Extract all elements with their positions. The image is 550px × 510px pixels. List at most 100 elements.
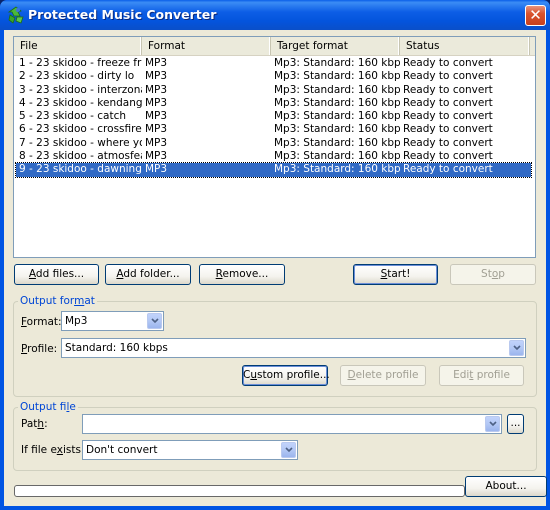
- format-cell: MP3: [145, 123, 168, 136]
- custom-profile-button[interactable]: Custom profile...: [242, 365, 330, 386]
- target-format-cell: Mp3: Standard: 160 kbps: [274, 163, 400, 176]
- edit-profile-button[interactable]: Edit profile: [439, 365, 524, 386]
- chevron-down-icon[interactable]: [509, 340, 524, 356]
- file-list-row[interactable]: 8 - 23 skidoo - atmosfear MP3 Mp3: Standar…: [16, 150, 531, 163]
- format-cell: MP3: [145, 150, 168, 163]
- status-cell: Ready to convert: [403, 123, 493, 136]
- file-cell: 7 - 23 skidoo - where yo…: [19, 136, 142, 149]
- format-select[interactable]: Mp3: [61, 311, 164, 331]
- file-list-body: 1 - 23 skidoo - freeze fr… MP3 Mp3: Standa…: [14, 57, 535, 178]
- file-list-row[interactable]: 5 - 23 skidoo - catch MP3 Mp3: Standard: 1…: [16, 110, 531, 123]
- file-cell: 6 - 23 skidoo - crossfire: [19, 123, 142, 136]
- status-cell: Ready to convert: [403, 96, 493, 109]
- if-file-exists-label: If file exists: [21, 444, 81, 456]
- app-recycle-music-icon: [7, 6, 25, 24]
- label-part: rofile:: [27, 343, 58, 355]
- status-cell: Ready to convert: [403, 57, 493, 69]
- label-part: profile: [473, 369, 510, 381]
- status-cell: Ready to convert: [403, 70, 493, 83]
- label-part: dd files...: [35, 268, 85, 280]
- chevron-down-icon[interactable]: [147, 313, 162, 329]
- app-window: Protected Music Converter ✕ File Format …: [0, 0, 550, 510]
- file-list-row[interactable]: 7 - 23 skidoo - where yo…MP3 Mp3: Standar…: [16, 137, 531, 150]
- label-part: dd folder...: [123, 268, 180, 280]
- start-button[interactable]: Start!: [353, 264, 438, 285]
- file-list-header: File Format Target format Status: [14, 37, 535, 56]
- column-header-file[interactable]: File: [14, 37, 142, 55]
- label-part: St: [481, 268, 492, 280]
- label-part: R: [215, 268, 223, 280]
- format-label: Format:: [21, 316, 62, 328]
- ellipsis-icon: ...: [510, 417, 521, 429]
- chevron-down-icon[interactable]: [281, 442, 296, 458]
- label-part: tart!: [387, 268, 411, 280]
- target-format-cell: Mp3: Standard: 160 kbps: [274, 57, 400, 69]
- status-cell: Ready to convert: [403, 150, 493, 163]
- file-list-row[interactable]: 9 - 23 skidoo - dawning MP3 Mp3: Standard:…: [15, 162, 532, 178]
- status-cell: Ready to convert: [403, 163, 493, 176]
- output-file-group-label: Output file: [18, 401, 78, 413]
- file-list-row[interactable]: 6 - 23 skidoo - crossfire MP3 Mp3: Standar…: [16, 123, 531, 136]
- output-format-group-label: Output format: [18, 295, 97, 307]
- file-list-row[interactable]: 2 - 23 skidoo - dirty lo MP3 Mp3: Standard…: [16, 70, 531, 83]
- add-files-button[interactable]: Add files...: [14, 264, 99, 285]
- column-header-format[interactable]: Format: [142, 37, 271, 55]
- target-format-cell: Mp3: Standard: 160 kbps: [274, 150, 400, 163]
- label-part: m: [74, 295, 85, 307]
- file-list-row[interactable]: 3 - 23 skidoo - interzonal MP3 Mp3: Standa…: [16, 84, 531, 97]
- label-part: ormat:: [26, 316, 62, 328]
- label-part: Output fi: [20, 401, 67, 413]
- file-cell: 5 - 23 skidoo - catch: [19, 110, 127, 123]
- format-cell: MP3: [145, 136, 168, 149]
- profile-select[interactable]: Standard: 160 kbps: [61, 338, 526, 358]
- about-button[interactable]: About...: [465, 476, 547, 497]
- label-part: emove...: [222, 268, 269, 280]
- column-header-target-format[interactable]: Target format: [271, 37, 400, 55]
- target-format-cell: Mp3: Standard: 160 kbps: [274, 70, 400, 83]
- target-format-cell: Mp3: Standard: 160 kbps: [274, 110, 400, 123]
- file-cell: 1 - 23 skidoo - freeze fr…: [19, 57, 142, 69]
- file-list-row[interactable]: 1 - 23 skidoo - freeze fr… MP3 Mp3: Standa…: [16, 57, 531, 70]
- close-icon: ✕: [529, 6, 542, 24]
- format-cell: MP3: [145, 70, 168, 83]
- path-label: Path:: [21, 418, 48, 430]
- target-format-cell: Mp3: Standard: 160 kbps: [274, 136, 400, 149]
- target-format-cell: Mp3: Standard: 160 kbps: [274, 96, 400, 109]
- file-list-row[interactable]: 4 - 23 skidoo - kendang MP3 Mp3: Standard:…: [16, 97, 531, 110]
- file-cell: 9 - 23 skidoo - dawning: [19, 163, 142, 176]
- label-part: A: [28, 268, 36, 280]
- format-cell: MP3: [145, 163, 168, 176]
- label-part: Edi: [453, 369, 470, 381]
- label-part: :: [44, 418, 48, 430]
- file-list[interactable]: File Format Target format Status 1 - 23 …: [13, 36, 536, 258]
- column-header-status[interactable]: Status: [400, 37, 530, 55]
- if-file-exists-select[interactable]: Don't convert: [82, 440, 298, 460]
- chevron-down-icon[interactable]: [485, 416, 500, 432]
- format-cell: MP3: [145, 110, 168, 123]
- stop-button[interactable]: Stop: [450, 264, 536, 285]
- delete-profile-button[interactable]: Delete profile: [340, 365, 426, 386]
- label-part: Pat: [21, 418, 38, 430]
- status-cell: Ready to convert: [403, 83, 493, 96]
- format-cell: MP3: [145, 83, 168, 96]
- path-input[interactable]: [82, 414, 502, 434]
- profile-select-value: Standard: 160 kbps: [65, 342, 168, 354]
- remove-button[interactable]: Remove...: [199, 264, 285, 285]
- title-bar[interactable]: Protected Music Converter ✕: [0, 0, 550, 30]
- window-title: Protected Music Converter: [28, 7, 217, 22]
- label-part: stom profile...: [257, 369, 330, 381]
- about-button-label: About...: [485, 480, 527, 492]
- add-folder-button[interactable]: Add folder...: [105, 264, 191, 285]
- if-file-exists-value: Don't convert: [86, 444, 158, 456]
- status-cell: Ready to convert: [403, 136, 493, 149]
- format-cell: MP3: [145, 96, 168, 109]
- target-format-cell: Mp3: Standard: 160 kbps: [274, 123, 400, 136]
- file-cell: 2 - 23 skidoo - dirty lo: [19, 70, 135, 83]
- profile-label: Profile:: [21, 343, 57, 355]
- label-part: D: [347, 369, 356, 381]
- close-button[interactable]: ✕: [525, 5, 546, 26]
- browse-button[interactable]: ...: [507, 414, 524, 434]
- label-part: If file e: [21, 444, 57, 456]
- file-cell: 4 - 23 skidoo - kendang: [19, 96, 142, 109]
- label-part: Output for: [20, 295, 75, 307]
